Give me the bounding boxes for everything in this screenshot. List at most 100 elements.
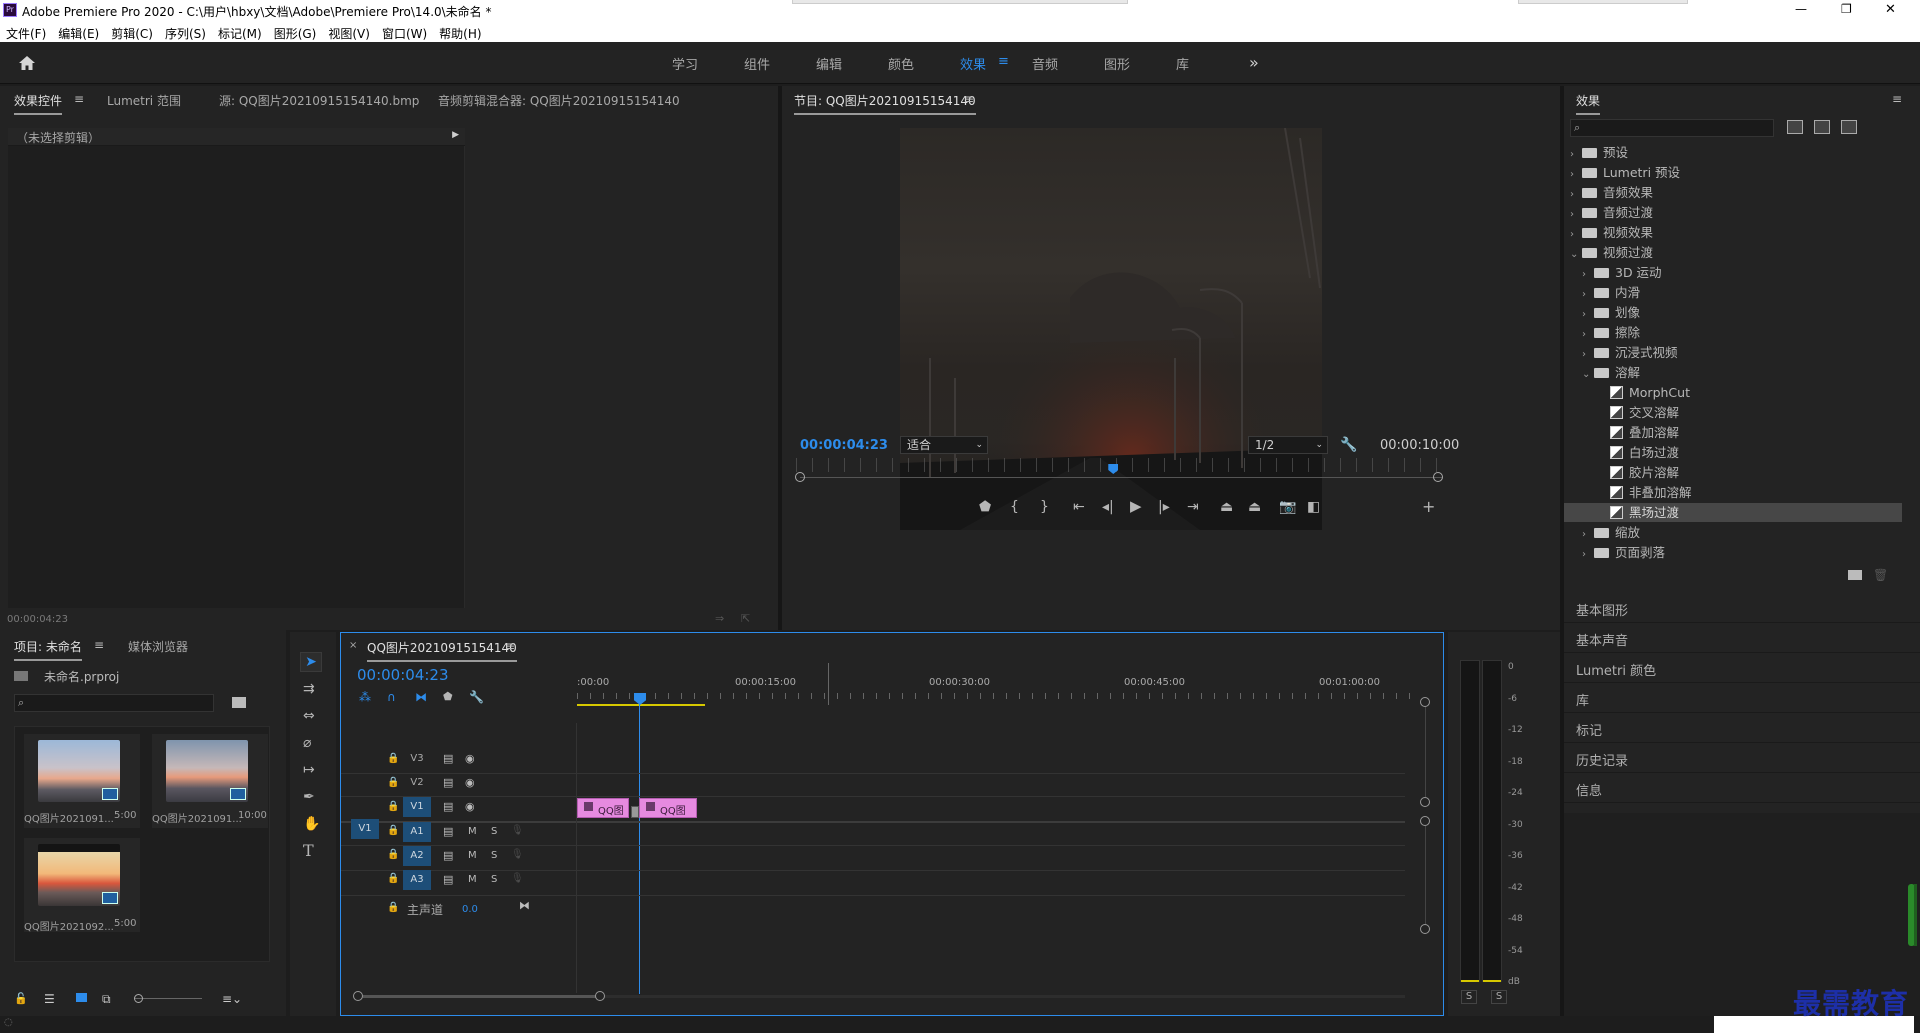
menu-item[interactable]: 标记(M) [218,25,262,42]
project-item-1[interactable]: QQ图片2021091... 5:00 [24,734,140,828]
hscroll-bar[interactable] [363,995,596,998]
hand-tool-icon[interactable]: ✋ [303,817,320,831]
mark-in-icon[interactable]: { [1010,500,1019,514]
tab-project[interactable]: 项目: 未命名 [14,638,82,661]
effect-folder[interactable]: › 视频效果 [1564,223,1902,242]
mute-button[interactable]: M [468,874,477,885]
lock-icon[interactable]: 🔓 [14,992,28,1005]
tab-effect-controls[interactable]: 效果控件 [14,92,63,115]
side-panel-tab[interactable]: Lumetri 颜色 [1564,653,1920,683]
mute-button[interactable]: M [468,826,477,837]
tab-audio-clip-mixer[interactable]: 音频剪辑混合器: QQ图片20210915154140 [438,92,680,109]
mark-out-icon[interactable]: } [1040,500,1049,514]
type-tool-icon[interactable]: T [303,843,314,859]
selection-tool-icon[interactable]: ➤ [300,652,322,672]
go-to-in-icon[interactable]: ⇤ [1073,500,1085,514]
track-lock-icon[interactable]: 🔒 [387,753,399,764]
workspace-tab[interactable]: 效果 [960,54,986,73]
eye-icon[interactable]: ◉ [465,776,475,789]
eye-icon[interactable]: ◉ [465,752,475,765]
chevron-right-icon[interactable]: › [1570,165,1582,184]
scrub-end-handle[interactable] [1433,472,1443,482]
panel-menu-icon[interactable]: ≡ [1892,92,1902,106]
comparison-view-icon[interactable]: ◧ [1307,500,1320,514]
effect-folder[interactable]: › 音频效果 [1564,183,1902,202]
close-tab-icon[interactable]: × [349,640,357,651]
lift-icon[interactable]: ⏏ [1220,500,1233,514]
nest-icon[interactable]: ⁂ [359,690,371,704]
step-back-icon[interactable]: ◂| [1102,500,1114,514]
chevron-right-icon[interactable]: › [1570,205,1582,224]
tab-source[interactable]: 源: QQ图片20210915154140.bmp [219,92,419,109]
eye-icon[interactable]: ◉ [465,800,475,813]
snap-icon[interactable]: ∩ [387,690,396,704]
minimize-button[interactable]: — [1795,2,1807,16]
fit-dropdown[interactable]: 适合 ⌄ [900,436,988,454]
time-ruler[interactable]: :00:00 00:00:15:00 00:00:30:00 00:00:45:… [577,663,1422,705]
track-target-v2[interactable]: V2 [403,773,431,793]
solo-button[interactable]: S [491,850,497,861]
freeform-view-icon[interactable]: ⧉ [102,992,111,1007]
toggle-sync-lock-icon[interactable]: ▤ [443,800,453,813]
vscroll-handle[interactable] [1420,816,1430,826]
effect-item[interactable]: 非叠加溶解 [1564,483,1902,502]
effect-folder[interactable]: › 页面剥落 [1564,543,1902,562]
chevron-right-icon[interactable]: › [1582,305,1594,324]
effect-folder[interactable]: › 内滑 [1564,283,1902,302]
chevron-right-icon[interactable]: › [1582,545,1594,564]
transition-marker[interactable] [631,806,639,818]
go-to-out-icon[interactable]: ⇥ [1187,500,1199,514]
effect-item[interactable]: 叠加溶解 [1564,423,1902,442]
side-panel-tab[interactable]: 基本声音 [1564,623,1920,653]
program-scrub-track[interactable] [800,477,1442,478]
toggle-sync-lock-icon[interactable]: ▤ [443,849,453,862]
chevron-right-icon[interactable]: › [1570,225,1582,244]
tab-effects[interactable]: 效果 [1576,92,1601,115]
effect-item[interactable]: 白场过渡 [1564,443,1902,462]
menu-item[interactable]: 窗口(W) [382,25,427,42]
chevron-right-icon[interactable]: › [1582,285,1594,304]
effects-search-input[interactable] [1587,121,1771,135]
workspace-tab[interactable]: 组件 [744,54,770,73]
workspace-menu-icon[interactable]: ≡ [998,54,1009,69]
side-panel-tab[interactable]: 信息 [1564,773,1920,803]
wrench-icon[interactable]: 🔧 [1340,437,1357,453]
track-lock-icon[interactable]: 🔒 [387,777,399,788]
program-ruler[interactable] [796,458,1446,472]
toggle-sync-lock-icon[interactable]: ▤ [443,825,453,838]
effect-folder[interactable]: › 擦除 [1564,323,1902,342]
effect-folder[interactable]: › 划像 [1564,303,1902,322]
workspace-tab[interactable]: 颜色 [888,54,914,73]
source-patch-v1[interactable]: V1 [351,819,379,839]
track-lock-icon[interactable]: 🔒 [387,825,399,836]
microphone-icon[interactable]: 🎙 [511,825,524,836]
step-forward-icon[interactable]: |▸ [1158,500,1170,514]
icon-view-icon[interactable] [76,993,87,1002]
effect-folder[interactable]: › Lumetri 预设 [1564,163,1902,182]
workspace-tab[interactable]: 学习 [672,54,698,73]
home-icon[interactable] [18,55,36,71]
solo-button[interactable]: S [491,826,497,837]
maximize-button[interactable]: ❐ [1841,2,1852,16]
master-keyframe-icon[interactable]: ⧓ [519,899,530,912]
project-item-2[interactable]: QQ图片2021091... 10:00 [152,734,268,828]
project-item-3[interactable]: QQ图片2021092... 5:00 [24,838,140,933]
workspace-tab[interactable]: 库 [1176,54,1189,73]
vscroll-handle[interactable] [1420,697,1430,707]
effect-item[interactable]: 交叉溶解 [1564,403,1902,422]
ripple-edit-icon[interactable]: ⇔ [303,709,315,723]
master-value[interactable]: 0.0 [462,904,478,915]
zoom-slider[interactable] [134,998,202,999]
effect-folder[interactable]: ⌄ 溶解 [1564,363,1902,382]
tab-lumetri-scopes[interactable]: Lumetri 范围 [107,92,181,109]
linked-selection-icon[interactable]: ⧓ [415,690,427,704]
chevron-right-icon[interactable]: › [1570,185,1582,204]
effect-folder[interactable]: › 沉浸式视频 [1564,343,1902,362]
track-lock-icon[interactable]: 🔒 [387,873,399,884]
effect-folder[interactable]: › 3D 运动 [1564,263,1902,282]
effect-folder[interactable]: ⌄ 视频过渡 [1564,243,1902,262]
32bit-effects-icon[interactable] [1814,120,1830,134]
razor-icon[interactable]: ⌀ [303,736,311,750]
panel-menu-icon[interactable]: ≡ [74,92,84,106]
tab-media-browser[interactable]: 媒体浏览器 [128,638,188,655]
